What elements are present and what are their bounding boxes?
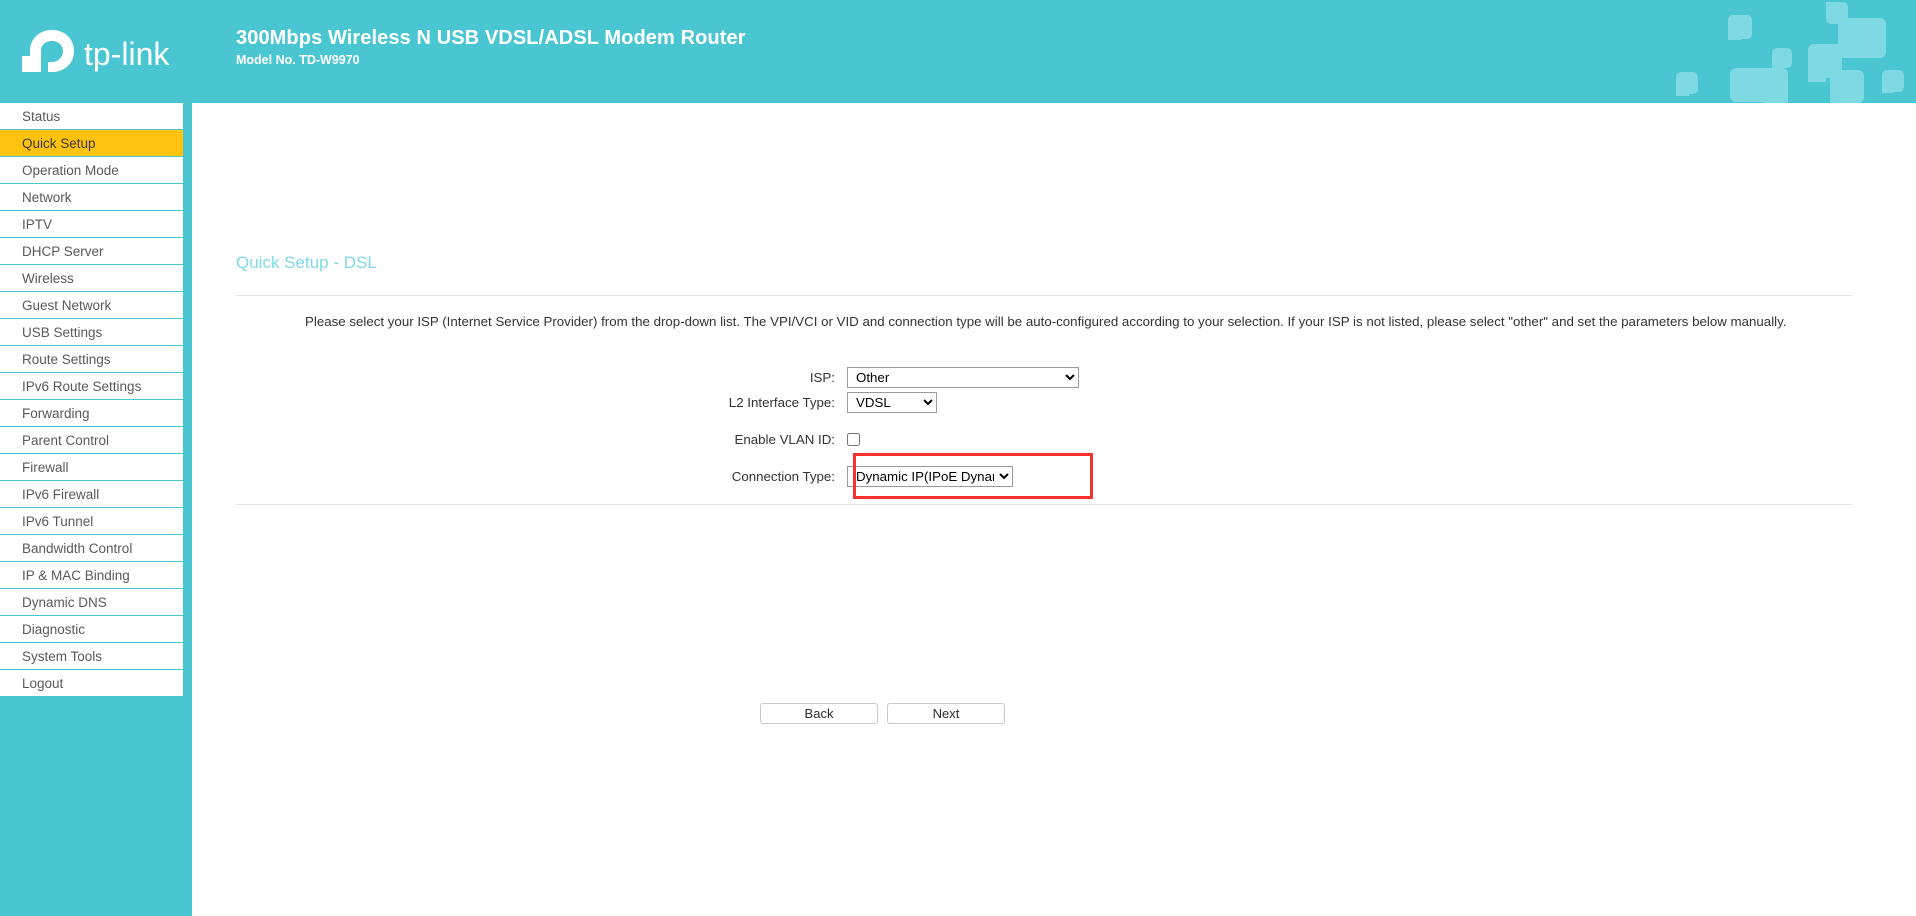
sidebar-item-label: Parent Control bbox=[22, 432, 110, 448]
l2-interface-type-select[interactable]: VDSL bbox=[847, 391, 937, 413]
sidebar-item-label: IPTV bbox=[22, 216, 53, 232]
sidebar-item-label: Firewall bbox=[22, 459, 69, 475]
sidebar-item-label: Status bbox=[22, 108, 61, 124]
enable-vlan-id-label: Enable VLAN ID: bbox=[734, 431, 835, 447]
field-row-isp: ISP: Other bbox=[192, 365, 1916, 389]
sidebar-item-system-tools[interactable]: System Tools bbox=[0, 643, 183, 669]
sidebar-item-ipv6-route-settings[interactable]: IPv6 Route Settings bbox=[0, 373, 183, 399]
sidebar-item-ip-mac-binding[interactable]: IP & MAC Binding bbox=[0, 562, 183, 588]
field-row-enable-vlan-id: Enable VLAN ID: bbox=[192, 427, 1916, 451]
page-title: Quick Setup - DSL bbox=[236, 253, 377, 272]
l2-interface-type-label: L2 Interface Type: bbox=[728, 394, 835, 410]
back-button[interactable]: Back bbox=[760, 703, 878, 724]
sidebar-item-forwarding[interactable]: Forwarding bbox=[0, 400, 183, 426]
sidebar-item-ipv6-tunnel[interactable]: IPv6 Tunnel bbox=[0, 508, 183, 534]
connection-type-select[interactable]: Dynamic IP(IPoE Dynamic IP) bbox=[847, 465, 1013, 487]
isp-label: ISP: bbox=[809, 369, 835, 385]
sidebar-item-label: USB Settings bbox=[22, 324, 103, 340]
sidebar-item-label: Route Settings bbox=[22, 351, 111, 367]
field-row-connection-type: Connection Type: Dynamic IP(IPoE Dynamic… bbox=[192, 464, 1916, 488]
product-title: 300Mbps Wireless N USB VDSL/ADSL Modem R… bbox=[236, 27, 746, 49]
sidebar-item-quick-setup[interactable]: Quick Setup bbox=[0, 130, 183, 156]
tp-link-logo: tp-link bbox=[22, 22, 187, 80]
field-row-l2-interface-type: L2 Interface Type: VDSL bbox=[192, 390, 1916, 414]
form-actions: Back Next bbox=[192, 703, 1916, 724]
next-button[interactable]: Next bbox=[887, 703, 1005, 724]
sidebar-item-label: DHCP Server bbox=[22, 243, 104, 259]
sidebar-item-label: Network bbox=[22, 189, 72, 205]
sidebar-item-wireless[interactable]: Wireless bbox=[0, 265, 183, 291]
sidebar-item-dynamic-dns[interactable]: Dynamic DNS bbox=[0, 589, 183, 615]
sidebar-item-label: IPv6 Route Settings bbox=[22, 378, 142, 394]
isp-select[interactable]: Other bbox=[847, 366, 1079, 388]
sidebar-item-label: Bandwidth Control bbox=[22, 540, 133, 556]
sidebar-navigation: Status Quick Setup Operation Mode Networ… bbox=[0, 103, 192, 916]
sidebar-item-network[interactable]: Network bbox=[0, 184, 183, 210]
sidebar-item-label: Dynamic DNS bbox=[22, 594, 107, 610]
sidebar-item-diagnostic[interactable]: Diagnostic bbox=[0, 616, 183, 642]
header-decoration-pattern bbox=[1676, 2, 1904, 103]
sidebar-item-label: Logout bbox=[22, 675, 64, 691]
quick-setup-form: ISP: Other L2 Interface Type: VDSL Enabl… bbox=[192, 365, 1916, 499]
divider-bottom bbox=[236, 504, 1852, 505]
sidebar-item-parent-control[interactable]: Parent Control bbox=[0, 427, 183, 453]
sidebar-item-label: Quick Setup bbox=[22, 135, 96, 151]
sidebar-item-bandwidth-control[interactable]: Bandwidth Control bbox=[0, 535, 183, 561]
sidebar-item-label: Wireless bbox=[22, 270, 74, 286]
svg-text:tp-link: tp-link bbox=[84, 36, 170, 72]
page-description: Please select your ISP (Internet Service… bbox=[305, 314, 1787, 329]
sidebar-item-operation-mode[interactable]: Operation Mode bbox=[0, 157, 183, 183]
sidebar-item-label: Operation Mode bbox=[22, 162, 119, 178]
sidebar-item-usb-settings[interactable]: USB Settings bbox=[0, 319, 183, 345]
sidebar-item-label: IPv6 Tunnel bbox=[22, 513, 94, 529]
header-title-block: 300Mbps Wireless N USB VDSL/ADSL Modem R… bbox=[236, 26, 746, 69]
sidebar-item-route-settings[interactable]: Route Settings bbox=[0, 346, 183, 372]
sidebar-item-guest-network[interactable]: Guest Network bbox=[0, 292, 183, 318]
sidebar-item-logout[interactable]: Logout bbox=[0, 670, 183, 696]
sidebar-item-label: IP & MAC Binding bbox=[22, 567, 130, 583]
main-content: Quick Setup - DSL Please select your ISP… bbox=[192, 103, 1916, 916]
enable-vlan-id-checkbox[interactable] bbox=[847, 432, 860, 446]
sidebar-item-label: IPv6 Firewall bbox=[22, 486, 100, 502]
sidebar-item-label: System Tools bbox=[22, 648, 103, 664]
sidebar-item-firewall[interactable]: Firewall bbox=[0, 454, 183, 480]
sidebar-item-dhcp-server[interactable]: DHCP Server bbox=[0, 238, 183, 264]
sidebar-item-label: Guest Network bbox=[22, 297, 112, 313]
sidebar-item-label: Forwarding bbox=[22, 405, 90, 421]
page-header: tp-link 300Mbps Wireless N USB VDSL/ADSL… bbox=[0, 0, 1916, 103]
page-body: Status Quick Setup Operation Mode Networ… bbox=[0, 103, 1916, 916]
sidebar-item-iptv[interactable]: IPTV bbox=[0, 211, 183, 237]
sidebar-item-ipv6-firewall[interactable]: IPv6 Firewall bbox=[0, 481, 183, 507]
sidebar-item-label: Diagnostic bbox=[22, 621, 86, 637]
connection-type-label: Connection Type: bbox=[731, 468, 835, 484]
divider-top bbox=[236, 295, 1852, 296]
tp-link-logo-icon: tp-link bbox=[22, 30, 170, 72]
product-model: Model No. TD-W9970 bbox=[236, 53, 360, 67]
sidebar-item-status[interactable]: Status bbox=[0, 103, 183, 129]
